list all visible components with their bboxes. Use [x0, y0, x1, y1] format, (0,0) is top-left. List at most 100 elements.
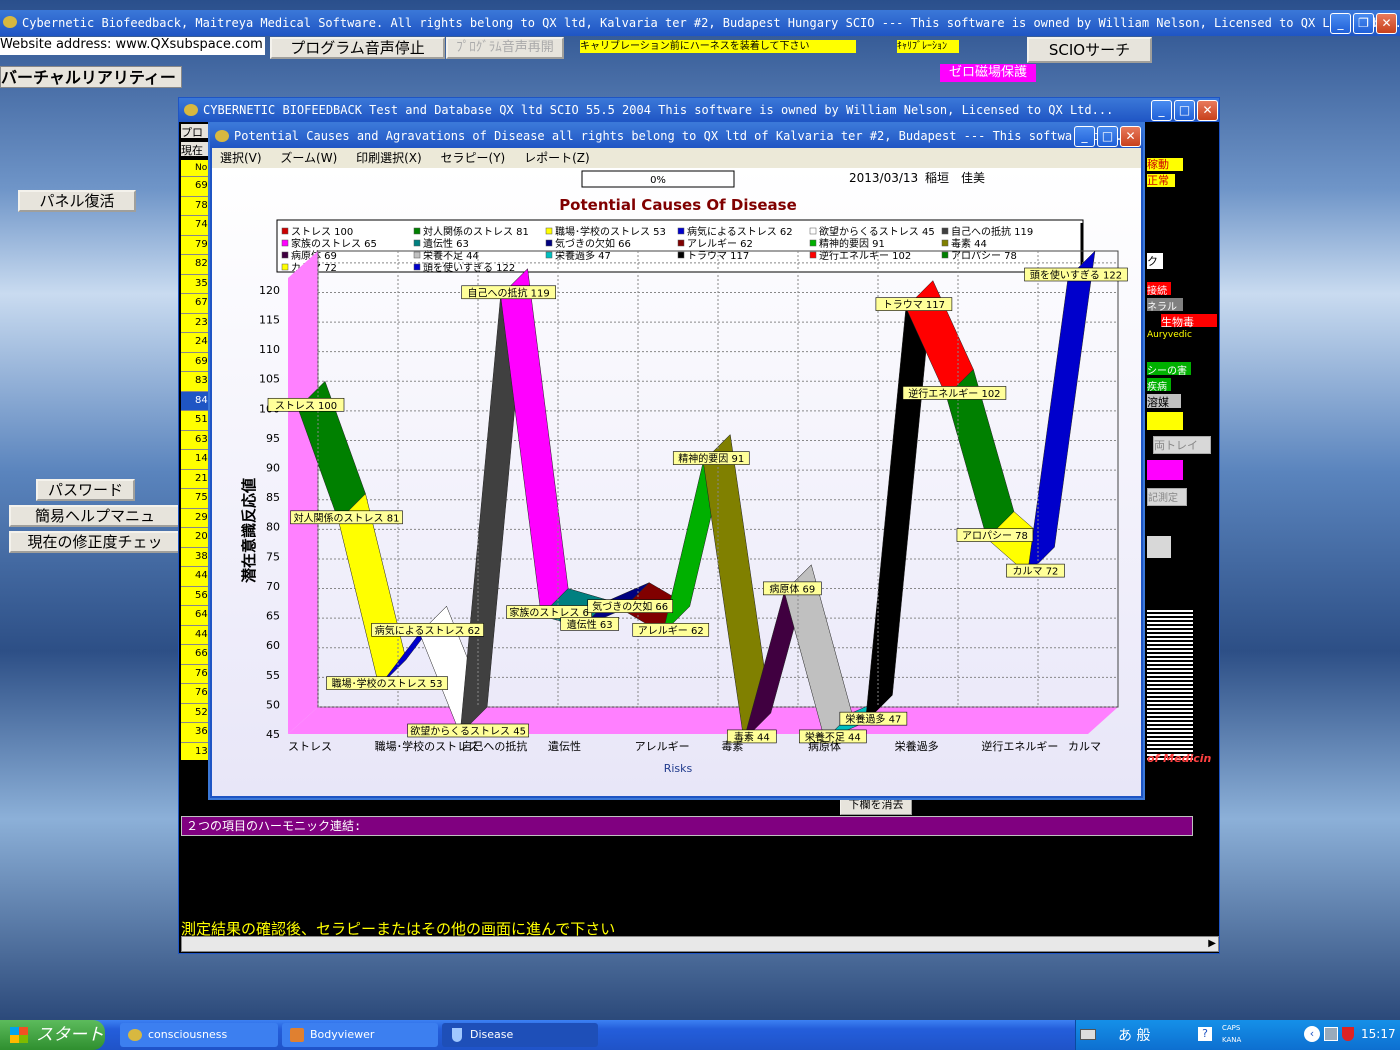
record-measure-button[interactable]: 記測定	[1147, 488, 1187, 506]
resume-voice-button[interactable]: ﾌﾟﾛｸﾞﾗﾑ音声再開	[446, 37, 564, 59]
legend-swatch	[413, 263, 421, 271]
maximize-icon[interactable]: □	[1174, 100, 1195, 121]
close-icon[interactable]: ✕	[1376, 13, 1397, 34]
task-disease[interactable]: Disease	[442, 1023, 598, 1047]
row-number[interactable]: 75	[181, 488, 211, 508]
test-database-title: CYBERNETIC BIOFEEDBACK Test and Database…	[203, 103, 1114, 117]
x-axis-label: Risks	[664, 762, 693, 775]
row-number[interactable]: 23	[181, 312, 211, 333]
row-number[interactable]: 35	[181, 273, 211, 294]
close-icon[interactable]: ✕	[1120, 126, 1141, 147]
horizontal-scrollbar[interactable]: ▶	[181, 936, 1219, 952]
menu-therapy[interactable]: セラピー(Y)	[441, 151, 506, 165]
network-icon[interactable]	[1324, 1027, 1338, 1041]
row-number[interactable]: 51	[181, 410, 211, 430]
zero-field-label: ゼロ磁場保護	[940, 64, 1036, 82]
scio-search-button[interactable]: SCIOサーチ	[1027, 37, 1152, 63]
both-trays-button[interactable]: 両トレイ	[1153, 436, 1211, 454]
svg-text:病気によるストレス 62: 病気によるストレス 62	[375, 624, 481, 637]
maximize-icon[interactable]: □	[1097, 126, 1118, 147]
y-tick-label: 110	[259, 343, 280, 356]
svg-text:逆行エネルギー 102: 逆行エネルギー 102	[908, 387, 1000, 400]
scroll-right-icon[interactable]: ▶	[1208, 938, 1216, 949]
start-button[interactable]: スタート	[0, 1020, 105, 1050]
password-button[interactable]: パスワード	[36, 479, 135, 501]
legend-swatch	[281, 227, 289, 235]
row-number[interactable]: 78	[181, 195, 211, 216]
help-icon[interactable]: ?	[1198, 1027, 1212, 1041]
row-number[interactable]: 20	[181, 527, 211, 547]
row-number[interactable]: 56	[181, 585, 211, 606]
legend-swatch	[413, 239, 421, 247]
status-running: 稼動	[1147, 158, 1183, 171]
system-tray: あ 般 ? CAPS KANA ‹ 15:17	[1075, 1020, 1400, 1050]
close-icon[interactable]: ✕	[1197, 100, 1218, 121]
row-number[interactable]: 63	[181, 429, 211, 450]
panel-restore-button[interactable]: パネル復活	[18, 190, 136, 212]
auryvedic-label: Auryvedic	[1147, 330, 1195, 343]
row-number[interactable]: 79	[181, 234, 211, 255]
ime-mode[interactable]: あ 般	[1118, 1025, 1150, 1045]
row-number[interactable]: 82	[181, 254, 211, 274]
y-axis-label: 潜在意識反応値	[240, 478, 258, 583]
menu-zoom[interactable]: ズーム(W)	[280, 151, 337, 165]
legend-swatch	[545, 251, 553, 259]
legend-item: 遺伝性 63	[413, 237, 469, 250]
minimize-icon[interactable]: _	[1074, 126, 1095, 147]
calibration-button[interactable]: ｷｬﾘﾌﾞﾚｰｼｮﾝ	[897, 40, 959, 53]
menu-report[interactable]: レポート(Z)	[524, 151, 590, 165]
help-manual-button[interactable]: 簡易ヘルプマニュ	[9, 505, 181, 527]
legend-swatch	[413, 227, 421, 235]
chart-title-bar: Potential Causes and Agravations of Dise…	[210, 124, 1143, 148]
app-icon	[3, 16, 17, 28]
stop-voice-button[interactable]: プログラム音声停止	[270, 37, 445, 59]
row-number[interactable]: 76	[181, 663, 211, 684]
svg-text:アレルギー 62: アレルギー 62	[638, 625, 704, 637]
row-number[interactable]: 84	[181, 390, 211, 410]
row-number[interactable]: 36	[181, 722, 211, 742]
row-number[interactable]: 66	[181, 644, 211, 664]
row-number[interactable]: 24	[181, 332, 211, 352]
security-shield-icon[interactable]	[1342, 1027, 1354, 1041]
correction-check-button[interactable]: 現在の修正度チェッ	[9, 531, 181, 553]
row-number[interactable]: 13	[181, 741, 211, 761]
minimize-icon[interactable]: _	[1330, 13, 1351, 34]
row-number[interactable]: 38	[181, 546, 211, 567]
restore-icon[interactable]: ❐	[1353, 13, 1374, 34]
svg-text:精神的要因 91: 精神的要因 91	[678, 452, 744, 465]
task-bodyviewer[interactable]: Bodyviewer	[282, 1023, 438, 1047]
website-label: Website address: www.QXsubspace.com	[0, 37, 265, 55]
data-label: 頭を使いすぎる 122	[1024, 267, 1128, 282]
grey-box[interactable]	[1147, 536, 1171, 558]
row-number[interactable]: 44	[181, 624, 211, 645]
keyboard-icon[interactable]	[1080, 1029, 1096, 1040]
row-number[interactable]: 69	[181, 176, 211, 196]
task-consciousness[interactable]: consciousness	[120, 1023, 278, 1047]
legend-swatch	[809, 251, 817, 259]
row-number[interactable]: 69	[181, 351, 211, 372]
row-number[interactable]: 76	[181, 683, 211, 703]
legend-label: 精神的要因 91	[819, 237, 885, 250]
row-number[interactable]: 29	[181, 507, 211, 528]
row-number[interactable]: 21	[181, 468, 211, 489]
legend-label: 対人関係のストレス 81	[423, 225, 529, 238]
row-number[interactable]: 74	[181, 215, 211, 235]
legend-label: 欲望からくるストレス 45	[819, 225, 935, 238]
data-label: 病原体 69	[763, 581, 822, 595]
menu-print-select[interactable]: 印刷選択(X)	[356, 151, 422, 165]
legend-item: トラウマ 117	[677, 250, 749, 262]
row-number[interactable]: 14	[181, 449, 211, 469]
menu-select[interactable]: 選択(V)	[220, 151, 262, 165]
row-number[interactable]: 44	[181, 566, 211, 586]
minimize-icon[interactable]: _	[1151, 100, 1172, 121]
row-number[interactable]: 67	[181, 293, 211, 313]
row-number[interactable]: 83	[181, 371, 211, 391]
tray-arrow-icon[interactable]: ‹	[1304, 1026, 1320, 1042]
legend-item: アロパシー 78	[941, 250, 1017, 262]
taskbar: スタート consciousness Bodyviewer Disease あ …	[0, 1020, 1400, 1050]
y-tick-label: 50	[266, 698, 280, 711]
legend-label: 毒素 44	[951, 237, 987, 250]
row-number[interactable]: 64	[181, 605, 211, 625]
row-number[interactable]: 52	[181, 702, 211, 723]
y-tick-label: 65	[266, 610, 280, 623]
